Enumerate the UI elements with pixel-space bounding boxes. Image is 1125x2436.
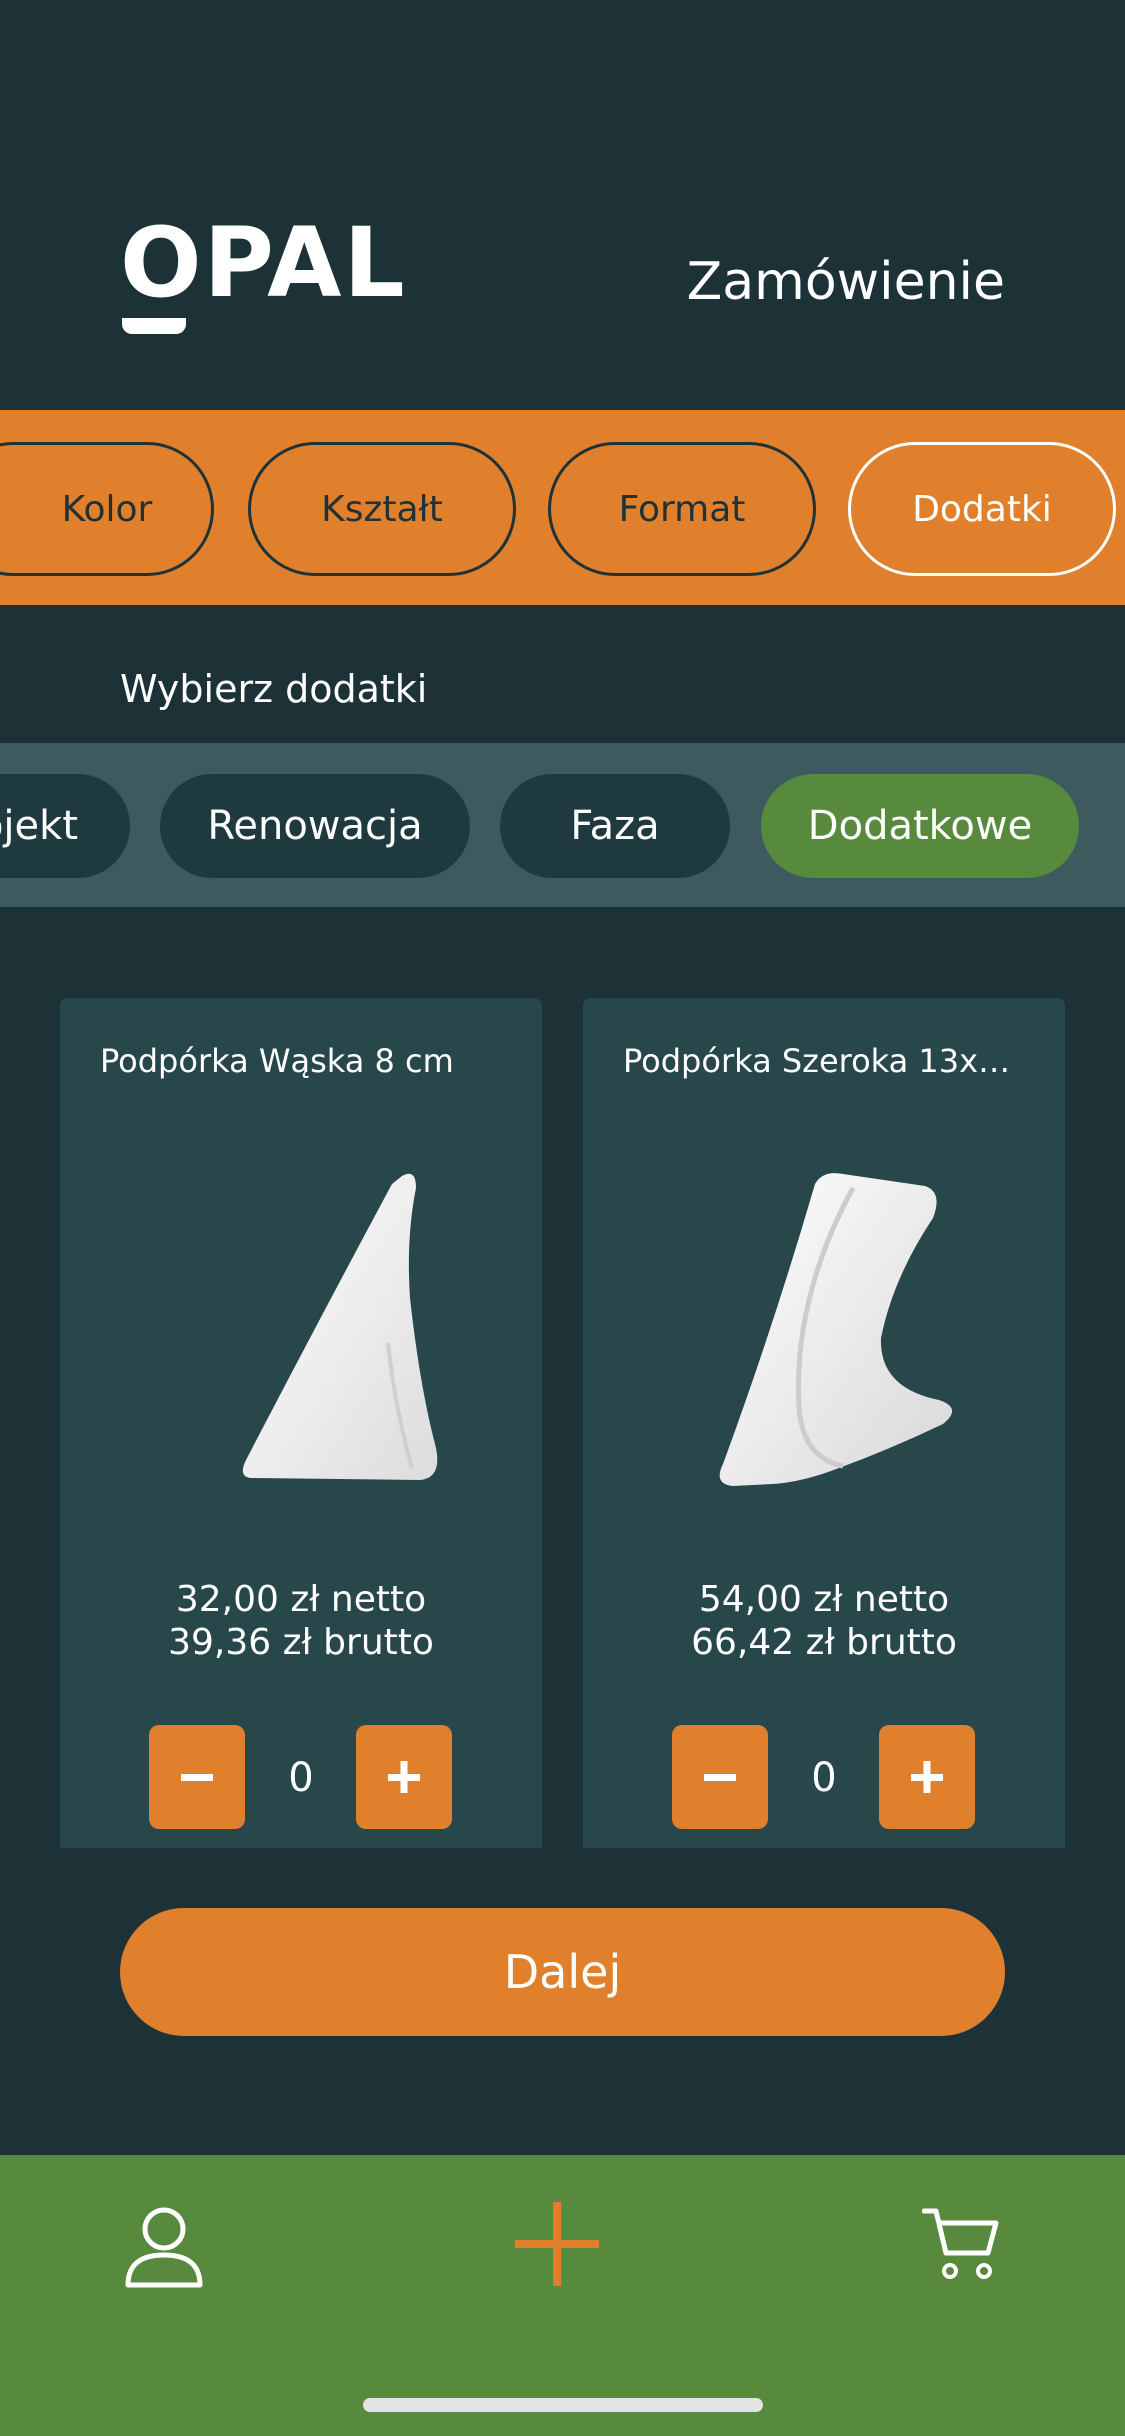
page-title: Zamówienie: [686, 252, 1005, 312]
step-tabs: Kolor Kształt Format Dodatki: [0, 410, 1125, 605]
opal-logo: OPAL: [120, 215, 405, 338]
next-button-label: Dalej: [503, 1945, 622, 1999]
decrease-quantity-button[interactable]: [672, 1725, 768, 1829]
bottom-tab-bar: [0, 2155, 1125, 2436]
plus-icon: [388, 1761, 420, 1793]
category-projekt[interactable]: Projekt: [0, 774, 130, 878]
product-card: Podpórka Wąska 8 cm 32,00 zł netto 39,36…: [60, 998, 542, 1848]
category-chips: Projekt Renowacja Faza Dodatkowe: [0, 743, 1125, 907]
price-net: 54,00 zł netto: [698, 1579, 950, 1620]
app-header: OPAL Zamówienie: [0, 0, 1125, 410]
category-label: Faza: [570, 803, 660, 849]
section-subtitle: Wybierz dodatki: [120, 667, 428, 711]
product-name: Podpórka Szeroka 13x8 cm: [623, 1042, 1028, 1080]
price-net: 32,00 zł netto: [175, 1579, 427, 1620]
logo-underline: [122, 318, 186, 334]
step-label: Kształt: [321, 488, 443, 530]
decrease-quantity-button[interactable]: [149, 1725, 245, 1829]
product-image-wide-support: [719, 1173, 953, 1486]
increase-quantity-button[interactable]: [879, 1725, 975, 1829]
plus-icon[interactable]: [513, 2200, 601, 2288]
logo-text: OPAL: [120, 207, 407, 319]
product-card: Podpórka Szeroka 13x8 cm 54,00 zł netto …: [583, 998, 1065, 1848]
category-label: Projekt: [0, 803, 78, 849]
minus-icon: [181, 1774, 213, 1781]
step-label: Dodatki: [912, 488, 1052, 530]
product-name: Podpórka Wąska 8 cm: [100, 1042, 454, 1080]
quantity-value: 0: [288, 1755, 314, 1801]
price-gross: 66,42 zł brutto: [691, 1622, 957, 1663]
price-gross: 39,36 zł brutto: [168, 1622, 434, 1663]
step-format[interactable]: Format: [548, 442, 816, 576]
step-label: Format: [618, 488, 746, 530]
minus-icon: [704, 1774, 736, 1781]
user-icon[interactable]: [124, 2205, 204, 2289]
quantity-value: 0: [811, 1755, 837, 1801]
category-label: Renowacja: [207, 803, 423, 849]
step-ksztalt[interactable]: Kształt: [248, 442, 516, 576]
home-indicator: [363, 2398, 763, 2412]
step-label: Kolor: [61, 488, 153, 530]
product-image-narrow-support: [242, 1173, 438, 1480]
next-button[interactable]: Dalej: [120, 1908, 1005, 2036]
category-dodatkowe[interactable]: Dodatkowe: [761, 774, 1079, 878]
step-dodatki[interactable]: Dodatki: [848, 442, 1116, 576]
increase-quantity-button[interactable]: [356, 1725, 452, 1829]
category-renowacja[interactable]: Renowacja: [160, 774, 470, 878]
category-label: Dodatkowe: [807, 803, 1033, 849]
category-faza[interactable]: Faza: [500, 774, 730, 878]
step-kolor[interactable]: Kolor: [0, 442, 214, 576]
plus-icon: [911, 1761, 943, 1793]
cart-icon[interactable]: [922, 2207, 1000, 2281]
